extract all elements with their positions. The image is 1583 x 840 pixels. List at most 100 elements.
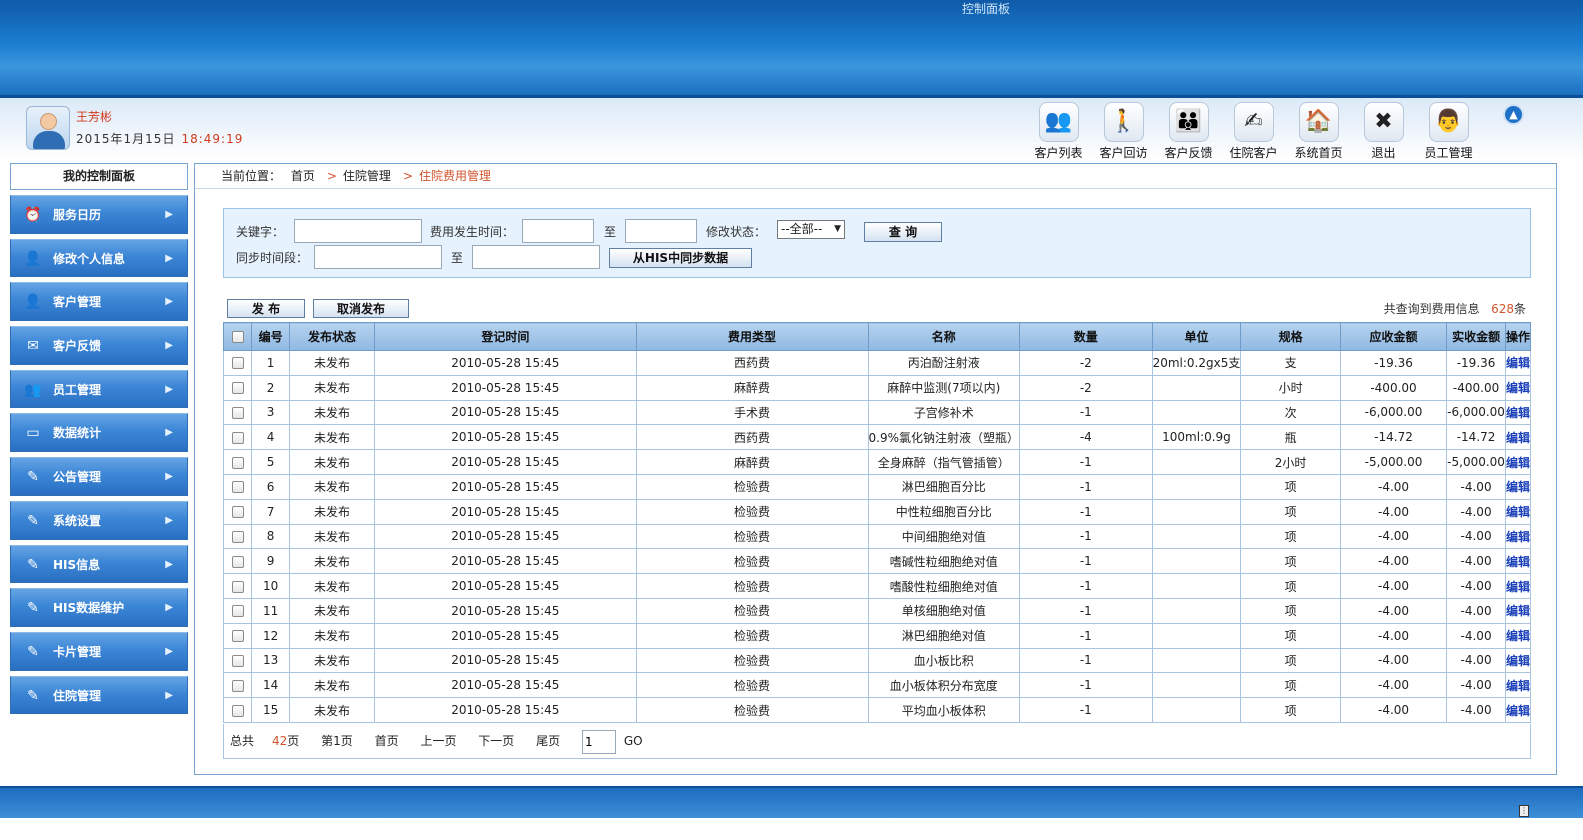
row-select-cell: [222, 548, 253, 575]
sidebar-item-11[interactable]: ✎ 住院管理 ▶: [10, 675, 188, 715]
sidebar-item-3[interactable]: ✉ 客户反馈 ▶: [10, 326, 188, 365]
table-cell: -1: [1019, 399, 1153, 426]
edit-link[interactable]: 编辑: [1506, 456, 1530, 470]
edit-link[interactable]: 编辑: [1506, 679, 1530, 693]
edit-link[interactable]: 编辑: [1506, 431, 1530, 445]
table-cell: 未发布: [288, 449, 376, 475]
chevron-right-icon: ▶: [165, 558, 173, 570]
table-cell: 2010-05-28 15:45: [374, 597, 637, 624]
table-cell: -4.00: [1446, 523, 1506, 550]
sync-his-button[interactable]: 从HIS中同步数据: [609, 248, 752, 268]
sidebar-item-7[interactable]: ✎ 系统设置 ▶: [10, 500, 188, 540]
scroll-up-icon[interactable]: ▲: [1503, 104, 1524, 125]
sidebar-item-10[interactable]: ✎ 卡片管理 ▶: [10, 631, 188, 671]
row-checkbox[interactable]: [231, 555, 244, 568]
query-button[interactable]: 查 询: [864, 222, 942, 242]
sidebar-item-0[interactable]: ⏰ 服务日历 ▶: [10, 195, 188, 234]
row-checkbox[interactable]: [231, 406, 244, 419]
toolbar-button-1[interactable]: 🚶 客户回访: [1091, 102, 1156, 160]
toolbar-button-4[interactable]: 🏠 系统首页: [1286, 102, 1351, 160]
table-cell: 未发布: [288, 597, 376, 624]
edit-link[interactable]: 编辑: [1506, 604, 1530, 618]
toolbar-label: 系统首页: [1294, 146, 1343, 160]
edit-link[interactable]: 编辑: [1506, 555, 1530, 569]
total-suffix: 页: [287, 734, 300, 748]
edit-link[interactable]: 编辑: [1506, 356, 1530, 370]
row-checkbox[interactable]: [231, 431, 244, 444]
edit-link[interactable]: 编辑: [1506, 530, 1530, 544]
edit-link[interactable]: 编辑: [1506, 704, 1530, 718]
keyword-input[interactable]: [294, 219, 422, 243]
row-checkbox[interactable]: [231, 506, 244, 519]
toolbar-button-3[interactable]: ✍ 住院客户: [1221, 102, 1286, 160]
table-cell: -400.00: [1446, 374, 1506, 401]
sidebar-item-9[interactable]: ✎ HIS数据维护 ▶: [10, 588, 188, 627]
toolbar-button-0[interactable]: 👥 客户列表: [1026, 102, 1091, 160]
toolbar-button-6[interactable]: 👨 员工管理: [1416, 102, 1481, 160]
edit-link[interactable]: 编辑: [1506, 381, 1530, 395]
window-title: 控制面板: [962, 2, 1011, 16]
sidebar-item-8[interactable]: ✎ HIS信息 ▶: [10, 544, 188, 584]
row-checkbox[interactable]: [231, 357, 244, 370]
publish-button[interactable]: 发 布: [227, 299, 305, 318]
chevron-right-icon: ▶: [165, 514, 173, 526]
sync-end-input[interactable]: [472, 245, 600, 269]
row-select-cell: [222, 498, 253, 525]
status-select-value: --全部--: [781, 222, 823, 236]
table-cell: [1151, 374, 1242, 401]
row-checkbox[interactable]: [231, 605, 244, 618]
expense-time-end-input[interactable]: [625, 219, 697, 243]
row-checkbox[interactable]: [231, 456, 244, 469]
table-cell: [1151, 697, 1242, 723]
sidebar-item-6[interactable]: ✎ 公告管理 ▶: [10, 457, 188, 496]
unpublish-button[interactable]: 取消发布: [313, 299, 409, 318]
table-cell: 次: [1240, 399, 1341, 426]
page-number-input[interactable]: [581, 729, 616, 754]
row-checkbox[interactable]: [231, 382, 244, 395]
sidebar-item-5[interactable]: ▭ 数据统计 ▶: [10, 413, 188, 453]
table-cell: 检验费: [635, 498, 869, 525]
edit-link[interactable]: 编辑: [1506, 406, 1530, 420]
edit-link[interactable]: 编辑: [1506, 580, 1530, 594]
edit-link[interactable]: 编辑: [1506, 654, 1530, 668]
next-page-link[interactable]: 下一页: [478, 734, 514, 748]
last-page-link[interactable]: 尾页: [536, 734, 560, 748]
sidebar-item-2[interactable]: 👤 客户管理 ▶: [10, 282, 188, 322]
row-checkbox[interactable]: [231, 679, 244, 692]
table-cell: 检验费: [635, 647, 869, 674]
breadcrumb-home[interactable]: 首页: [291, 169, 315, 183]
row-checkbox[interactable]: [231, 481, 244, 494]
table-cell: -1: [1019, 672, 1153, 699]
table-row: 12 未发布 2010-05-28 15:45 检验费 淋巴细胞绝对值 -1 项 -4.00-…: [222, 622, 1532, 649]
first-page-link[interactable]: 首页: [375, 734, 399, 748]
sidebar-item-4[interactable]: 👥 员工管理 ▶: [10, 369, 188, 409]
table-cell: [1151, 622, 1242, 649]
edit-link[interactable]: 编辑: [1506, 505, 1530, 519]
go-button[interactable]: GO: [624, 734, 643, 748]
row-checkbox[interactable]: [231, 580, 244, 593]
resize-grip-icon[interactable]: ⋮: [1519, 805, 1529, 817]
table-cell: -1: [1019, 597, 1153, 624]
column-header: 单位: [1151, 322, 1242, 351]
breadcrumb-level1[interactable]: 住院管理: [343, 169, 391, 183]
home-icon: 🏠: [1298, 102, 1339, 142]
table-cell: 项: [1240, 597, 1341, 624]
sidebar-item-1[interactable]: 👤 修改个人信息 ▶: [10, 238, 188, 278]
table-row: 15 未发布 2010-05-28 15:45 检验费 平均血小板体积 -1 项 -4.00-…: [222, 697, 1532, 723]
row-checkbox[interactable]: [231, 530, 244, 543]
select-all-checkbox[interactable]: [231, 331, 244, 343]
expense-time-start-input[interactable]: [522, 219, 594, 243]
prev-page-link[interactable]: 上一页: [420, 734, 456, 748]
toolbar-label: 客户反馈: [1164, 146, 1213, 160]
table-row: 8 未发布 2010-05-28 15:45 检验费 中间细胞绝对值 -1 项 -4.00 -4…: [222, 523, 1532, 550]
edit-link[interactable]: 编辑: [1506, 629, 1530, 643]
edit-link[interactable]: 编辑: [1506, 480, 1530, 494]
row-checkbox[interactable]: [231, 704, 244, 717]
row-checkbox[interactable]: [231, 630, 244, 643]
row-checkbox[interactable]: [231, 654, 244, 667]
sync-start-input[interactable]: [314, 245, 442, 269]
toolbar-button-5[interactable]: ✖ 退出: [1351, 102, 1416, 160]
status-select[interactable]: --全部-- ▼: [777, 220, 845, 239]
toolbar-button-2[interactable]: 👪 客户反馈: [1156, 102, 1221, 160]
users-icon: 👥: [1038, 102, 1079, 142]
